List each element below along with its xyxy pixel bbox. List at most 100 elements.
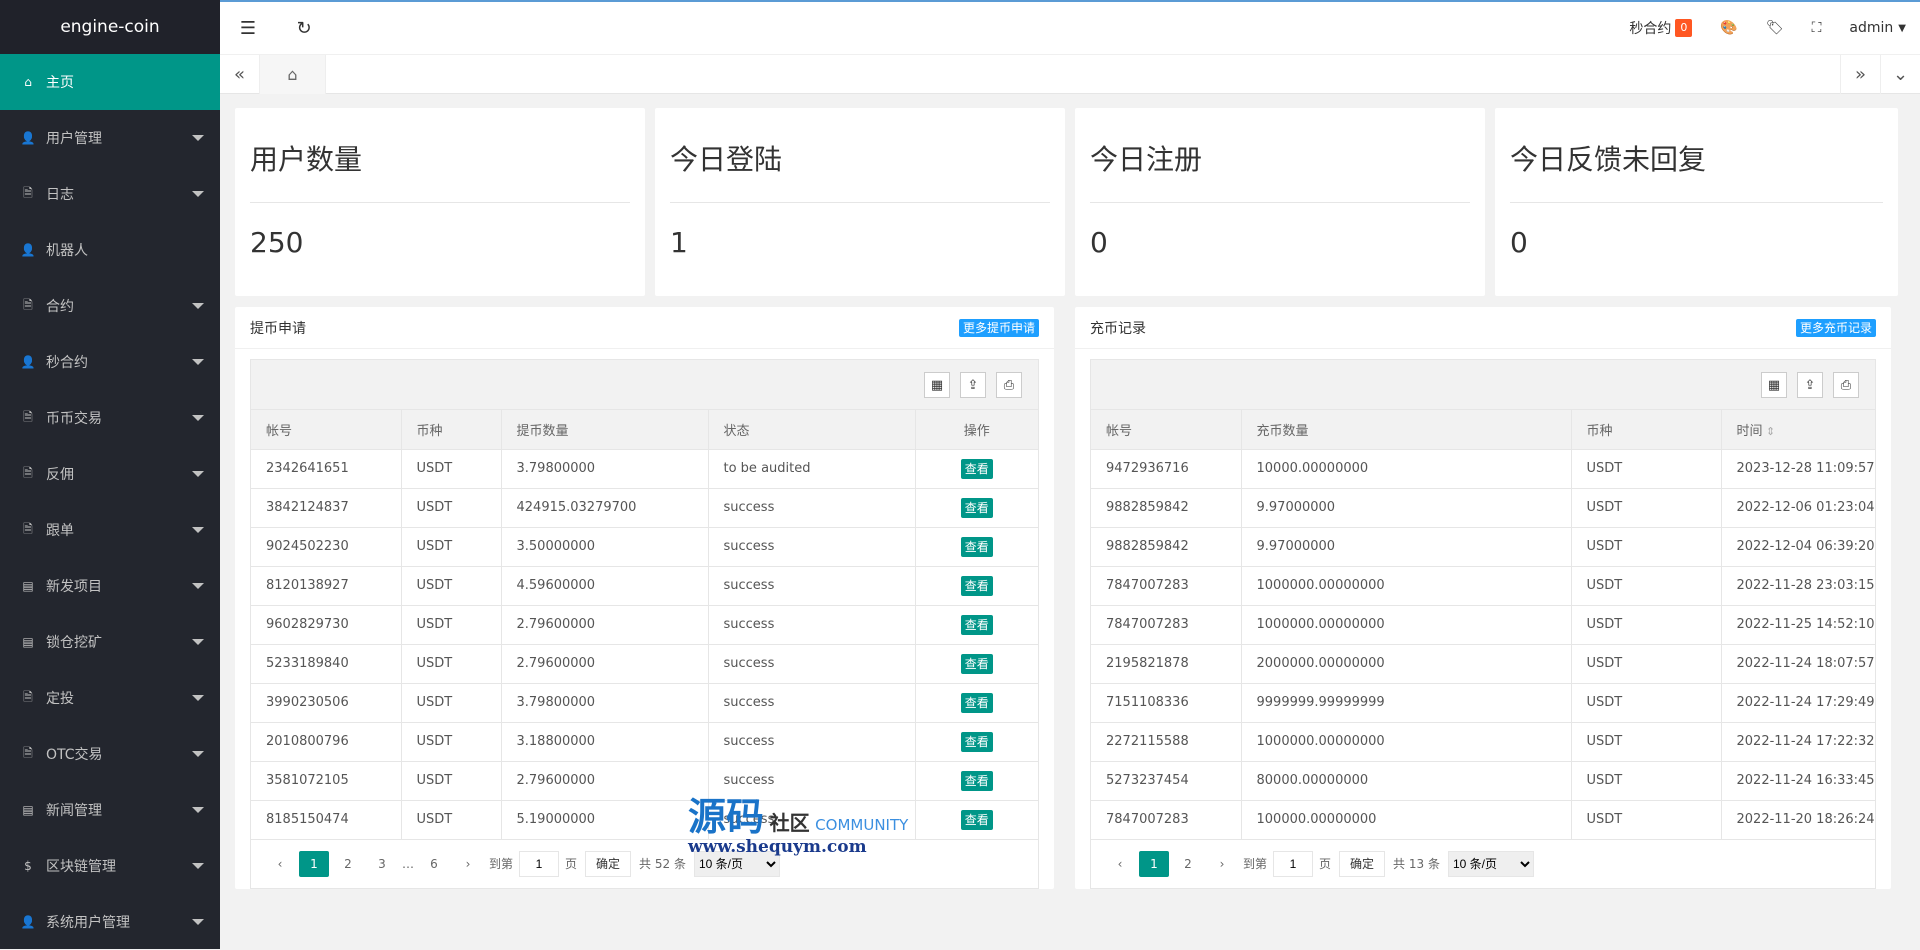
sidebar-item[interactable]: 👤 秒合约 [0, 334, 220, 390]
sidebar-item[interactable]: 🗎 定投 [0, 670, 220, 726]
columns-icon[interactable]: ▦ [1761, 372, 1787, 398]
view-button[interactable]: 查看 [960, 614, 993, 635]
table-row: 3842124837 USDT 424915.03279700 success 查看 [251, 488, 1038, 528]
confirm-button[interactable]: 确定 [1339, 850, 1386, 877]
table-row: 7847007283 1000000.00000000 USDT 2022-11-28… [1091, 566, 1875, 606]
next-page-icon[interactable]: › [453, 851, 483, 877]
sidebar-item[interactable]: ▤ 新发项目 [0, 558, 220, 614]
page-number[interactable]: 3 [367, 851, 397, 877]
sort-icon[interactable]: ⇕ [1763, 425, 1775, 438]
print-icon[interactable]: ⎙ [996, 372, 1022, 398]
tabs-scroll-left-icon[interactable]: « [220, 55, 260, 94]
pagination: ‹12› 到第 页确定共 13 条 10 条/页 [1091, 840, 1875, 888]
column-header: 币种 [1571, 410, 1722, 450]
sidebar-item[interactable]: 🗎 跟单 [0, 502, 220, 558]
user-menu[interactable]: admin ▼ [1835, 2, 1920, 54]
stat-value: 250 [250, 226, 304, 259]
sidebar-item[interactable]: 🗎 合约 [0, 278, 220, 334]
table-cell: success [708, 527, 916, 567]
export-icon[interactable]: ⇪ [1797, 372, 1823, 398]
home-icon: ⌂ [287, 65, 298, 84]
next-page-icon[interactable]: › [1207, 851, 1237, 877]
table-cell: 2022-11-24 17:29:49 [1721, 683, 1875, 723]
view-button[interactable]: 查看 [960, 458, 993, 479]
prev-page-icon[interactable]: ‹ [1105, 851, 1135, 877]
table-cell: 2022-11-24 18:07:57 [1721, 644, 1875, 684]
sidebar-item[interactable]: ▤ 新闻管理 [0, 782, 220, 838]
file-icon: 🗎 [23, 297, 33, 312]
sidebar-item[interactable]: 🗎 OTC交易 [0, 726, 220, 782]
page-number[interactable]: 2 [1173, 851, 1203, 877]
deposit-card: 充币记录 更多充币记录 ▦ ⇪ ⎙ 帐号 充币数量 币种 时间 ⇕ 947293671… [1075, 307, 1891, 889]
page-number[interactable]: 1 [1139, 850, 1169, 877]
view-button[interactable]: 查看 [960, 809, 993, 830]
caret-down-icon [192, 639, 204, 645]
tabs-scroll-right-icon[interactable]: » [1840, 55, 1880, 94]
table-cell: 2022-11-24 16:33:45 [1721, 761, 1875, 801]
view-button[interactable]: 查看 [960, 770, 993, 791]
view-button[interactable]: 查看 [960, 692, 993, 713]
table-cell: 2022-11-24 17:22:32 [1721, 722, 1875, 762]
sidebar-item[interactable]: ▤ 锁仓挖矿 [0, 614, 220, 670]
table-cell: 2022-12-06 01:23:04 [1721, 488, 1875, 528]
page-number[interactable]: 1 [299, 850, 329, 877]
columns-icon[interactable]: ▦ [924, 372, 950, 398]
sidebar-item-label: 新闻管理 [46, 803, 102, 819]
table-cell: 2022-11-25 14:52:10 [1721, 605, 1875, 645]
table-cell: success [708, 644, 916, 684]
seconds-contract-link[interactable]: 秒合约 0 [1615, 2, 1706, 54]
fullscreen-icon[interactable]: ⛶ [1798, 2, 1836, 54]
view-button[interactable]: 查看 [960, 497, 993, 518]
table-cell: USDT [1571, 683, 1722, 723]
page-size-select[interactable]: 10 条/页 [1447, 850, 1534, 877]
table-cell: USDT [401, 800, 502, 840]
palette-icon[interactable]: 🎨 [1706, 2, 1751, 54]
caret-down-icon [192, 863, 204, 869]
page-input[interactable] [1273, 850, 1314, 877]
table-cell: 2022-12-04 06:39:20 [1721, 527, 1875, 567]
sidebar-item[interactable]: 👤 系统用户管理 [0, 894, 220, 950]
page-input[interactable] [519, 850, 560, 877]
export-icon[interactable]: ⇪ [960, 372, 986, 398]
card-header: 提币申请 更多提币申请 [235, 307, 1054, 349]
more-withdraw-button[interactable]: 更多提币申请 [958, 319, 1039, 337]
sidebar-item[interactable]: 👤 机器人 [0, 222, 220, 278]
view-button[interactable]: 查看 [960, 575, 993, 596]
print-icon[interactable]: ⎙ [1833, 372, 1859, 398]
sidebar-item[interactable]: ⌂ 主页 [0, 54, 220, 110]
sidebar-item[interactable]: 🗎 日志 [0, 166, 220, 222]
prev-page-icon[interactable]: ‹ [265, 851, 295, 877]
refresh-icon[interactable]: ↻ [276, 2, 332, 54]
table-cell: 9602829730 [251, 605, 402, 645]
table-cell: USDT [1571, 605, 1722, 645]
page-number[interactable]: 2 [333, 851, 363, 877]
stat-card: 今日反馈未回复 0 [1495, 108, 1898, 296]
view-button[interactable]: 查看 [960, 731, 993, 752]
tag-icon[interactable]: 🏷 [1752, 2, 1798, 54]
confirm-button[interactable]: 确定 [585, 850, 632, 877]
sidebar-item[interactable]: 👤 用户管理 [0, 110, 220, 166]
table-cell: 2195821878 [1091, 644, 1242, 684]
sidebar-item[interactable]: 🗎 币币交易 [0, 390, 220, 446]
column-header-label: 操作 [963, 423, 990, 439]
action-cell: 查看 [915, 527, 1038, 567]
view-button[interactable]: 查看 [960, 653, 993, 674]
view-button[interactable]: 查看 [960, 536, 993, 557]
sidebar-item-label: 秒合约 [46, 355, 88, 371]
page-number[interactable]: 6 [419, 851, 449, 877]
menu-toggle-icon[interactable]: ☰ [220, 2, 276, 54]
action-cell: 查看 [915, 683, 1038, 723]
column-header-label: 充币数量 [1256, 423, 1309, 439]
tab-home[interactable]: ⌂ [260, 55, 326, 94]
table-cell: 2.79600000 [501, 644, 709, 684]
tabs-dropdown-icon[interactable]: ⌄ [1880, 55, 1920, 94]
sidebar-item[interactable]: $ 区块链管理 [0, 838, 220, 894]
file-icon: 🗎 [23, 521, 33, 536]
table-row: 9882859842 9.97000000 USDT 2022-12-06 01:23… [1091, 488, 1875, 528]
more-deposit-button[interactable]: 更多充币记录 [1795, 319, 1876, 337]
user-icon: 👤 [20, 355, 36, 369]
table-cell: 9999999.99999999 [1241, 683, 1572, 723]
table-cell: 2000000.00000000 [1241, 644, 1572, 684]
table-cell: USDT [401, 761, 502, 801]
sidebar-item[interactable]: 🗎 反佣 [0, 446, 220, 502]
